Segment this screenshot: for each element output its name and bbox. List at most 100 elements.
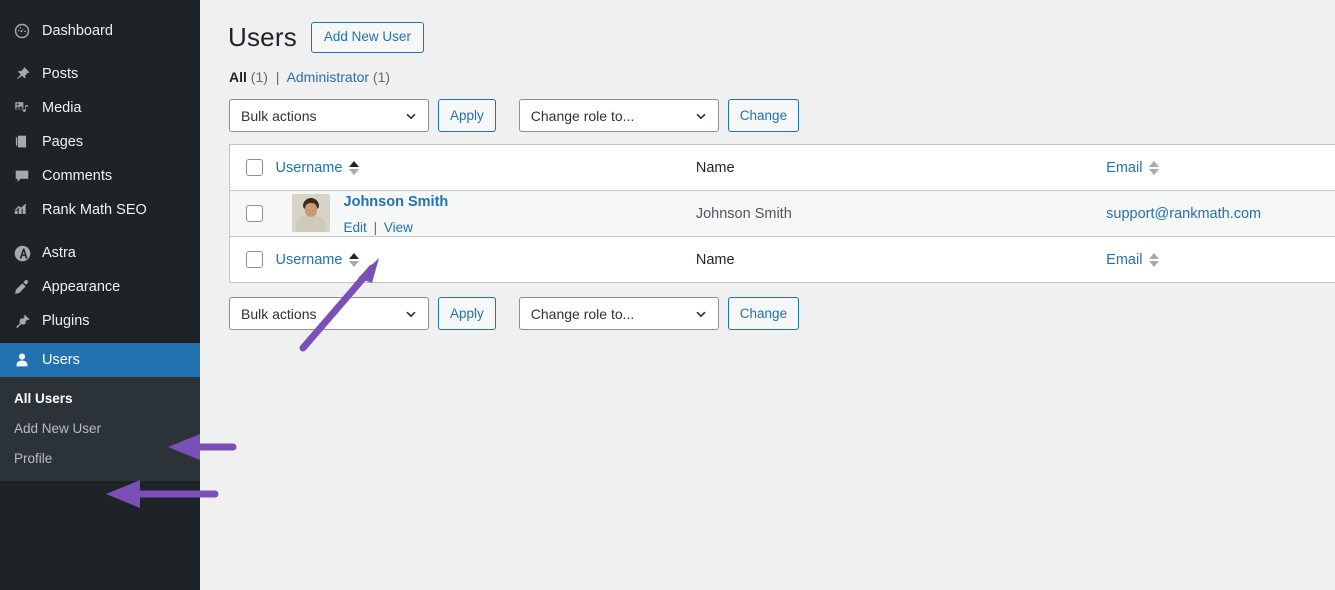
sidebar-item-profile[interactable]: Profile — [0, 443, 200, 473]
bulk-actions-value: Bulk actions — [241, 305, 317, 322]
page-title: Users — [228, 22, 297, 52]
pages-icon — [12, 132, 32, 152]
table-footer-header-row: Username Name Email — [230, 237, 1335, 283]
row-actions: Edit | View — [344, 220, 449, 235]
main-content: Users Add New User All (1) | Administrat… — [200, 0, 1335, 590]
column-header-name: Name — [695, 144, 1107, 192]
users-icon — [12, 350, 32, 370]
bulk-actions-select-top[interactable]: Bulk actions — [229, 99, 429, 133]
row-checkbox[interactable] — [246, 205, 263, 223]
sidebar-item-label: Rank Math SEO — [42, 201, 147, 218]
sidebar-item-label: Astra — [42, 244, 76, 261]
row-username-cell: Johnson Smith Edit | View — [275, 190, 696, 238]
filter-link-all[interactable]: All — [229, 69, 247, 85]
avatar — [291, 194, 330, 233]
apply-button-top[interactable]: Apply — [438, 99, 496, 133]
row-name-cell: Johnson Smith — [695, 190, 1107, 238]
select-all-checkbox-top[interactable] — [246, 159, 263, 177]
sidebar-item-label: Posts — [42, 65, 79, 82]
change-button-bottom[interactable]: Change — [727, 297, 800, 331]
change-role-select-bottom[interactable]: Change role to... — [518, 297, 719, 331]
row-email-cell: support@rankmath.com — [1106, 190, 1335, 238]
sidebar-item-appearance[interactable]: Appearance — [0, 270, 200, 304]
sidebar-item-rank-math-seo[interactable]: Rank Math SEO — [0, 193, 200, 227]
row-email-link[interactable]: support@rankmath.com — [1106, 206, 1261, 222]
filter-count-all: (1) — [250, 69, 268, 86]
submenu-item-label: Profile — [14, 450, 53, 466]
screen-root: Dashboard Posts Media Pages Comments Ran… — [0, 0, 1335, 590]
bulk-actions-select-bottom[interactable]: Bulk actions — [229, 297, 429, 331]
sidebar-item-plugins[interactable]: Plugins — [0, 304, 200, 338]
add-new-user-button[interactable]: Add New User — [310, 22, 424, 53]
sidebar-item-dashboard[interactable]: Dashboard — [0, 14, 200, 48]
column-label: Name — [695, 159, 735, 176]
submenu-item-label: Add New User — [14, 420, 102, 436]
change-role-select-top[interactable]: Change role to... — [518, 99, 719, 133]
row-action-edit[interactable]: Edit — [344, 220, 367, 235]
tablenav-bottom: Bulk actions Apply Change role to... Cha… — [200, 283, 1335, 331]
column-footer-email[interactable]: Email — [1106, 237, 1335, 283]
sidebar-item-label: Users — [42, 351, 80, 368]
users-table: Username Name Email Johnson Smith Edit |… — [229, 144, 1335, 284]
column-label: Username — [275, 251, 343, 268]
appearance-icon — [12, 277, 32, 297]
column-header-email[interactable]: Email — [1106, 144, 1335, 192]
sidebar-item-all-users[interactable]: All Users — [0, 383, 200, 413]
column-header-username[interactable]: Username — [275, 144, 696, 192]
table-row: Johnson Smith Edit | View Johnson Smith … — [229, 190, 1335, 238]
select-all-header — [229, 144, 276, 192]
sort-email-link-bottom[interactable]: Email — [1106, 251, 1160, 268]
sidebar-item-label: Plugins — [42, 312, 90, 329]
column-label: Name — [695, 251, 735, 268]
pin-icon — [12, 64, 32, 84]
chevron-down-icon — [406, 113, 416, 120]
sidebar-item-users[interactable]: Users — [0, 343, 200, 377]
sidebar-item-label: Media — [42, 99, 82, 116]
row-username-link[interactable]: Johnson Smith — [344, 194, 449, 211]
filter-separator: | — [275, 69, 280, 86]
astra-icon — [12, 243, 32, 263]
chevron-down-icon — [696, 311, 706, 318]
filter-link-administrator[interactable]: Administrator — [287, 69, 369, 85]
dashboard-icon — [12, 21, 32, 41]
sort-indicator-icon — [349, 160, 360, 175]
bulk-actions-value: Bulk actions — [241, 107, 317, 124]
chevron-down-icon — [696, 113, 706, 120]
admin-sidebar: Dashboard Posts Media Pages Comments Ran… — [0, 0, 200, 590]
tablenav-top: Bulk actions Apply Change role to... Cha… — [200, 85, 1335, 133]
row-action-view[interactable]: View — [384, 220, 413, 235]
sort-username-link[interactable]: Username — [276, 160, 360, 176]
sort-email-link[interactable]: Email — [1106, 160, 1160, 176]
sidebar-item-label: Comments — [42, 167, 113, 184]
rank-math-icon — [12, 200, 32, 220]
column-label: Email — [1106, 251, 1143, 268]
sidebar-item-astra[interactable]: Astra — [0, 236, 200, 270]
page-title-row: Users Add New User — [200, 0, 1335, 53]
sort-username-link-bottom[interactable]: Username — [276, 252, 360, 268]
row-action-separator: | — [373, 220, 378, 236]
sidebar-item-label: Appearance — [42, 278, 121, 295]
column-label: Username — [275, 159, 343, 176]
column-footer-name: Name — [696, 237, 1106, 283]
comments-icon — [12, 166, 32, 186]
chevron-down-icon — [406, 311, 416, 318]
sidebar-item-posts[interactable]: Posts — [0, 57, 200, 91]
column-footer-username[interactable]: Username — [276, 237, 696, 283]
sort-indicator-icon — [1149, 252, 1160, 267]
plugin-icon — [12, 311, 32, 331]
sidebar-item-media[interactable]: Media — [0, 91, 200, 125]
change-role-value: Change role to... — [530, 107, 635, 124]
apply-button-bottom[interactable]: Apply — [438, 297, 496, 331]
users-submenu: All Users Add New User Profile — [0, 377, 200, 481]
table-header-row: Username Name Email — [229, 144, 1335, 192]
sort-indicator-icon — [1149, 160, 1160, 175]
select-all-checkbox-bottom[interactable] — [246, 251, 263, 269]
submenu-item-label: All Users — [14, 390, 73, 406]
change-button-top[interactable]: Change — [727, 99, 800, 133]
change-role-value: Change role to... — [530, 305, 635, 322]
select-all-footer — [230, 237, 276, 283]
sidebar-item-add-new-user[interactable]: Add New User — [0, 413, 200, 443]
sidebar-item-label: Dashboard — [42, 22, 113, 39]
sidebar-item-comments[interactable]: Comments — [0, 159, 200, 193]
sidebar-item-pages[interactable]: Pages — [0, 125, 200, 159]
